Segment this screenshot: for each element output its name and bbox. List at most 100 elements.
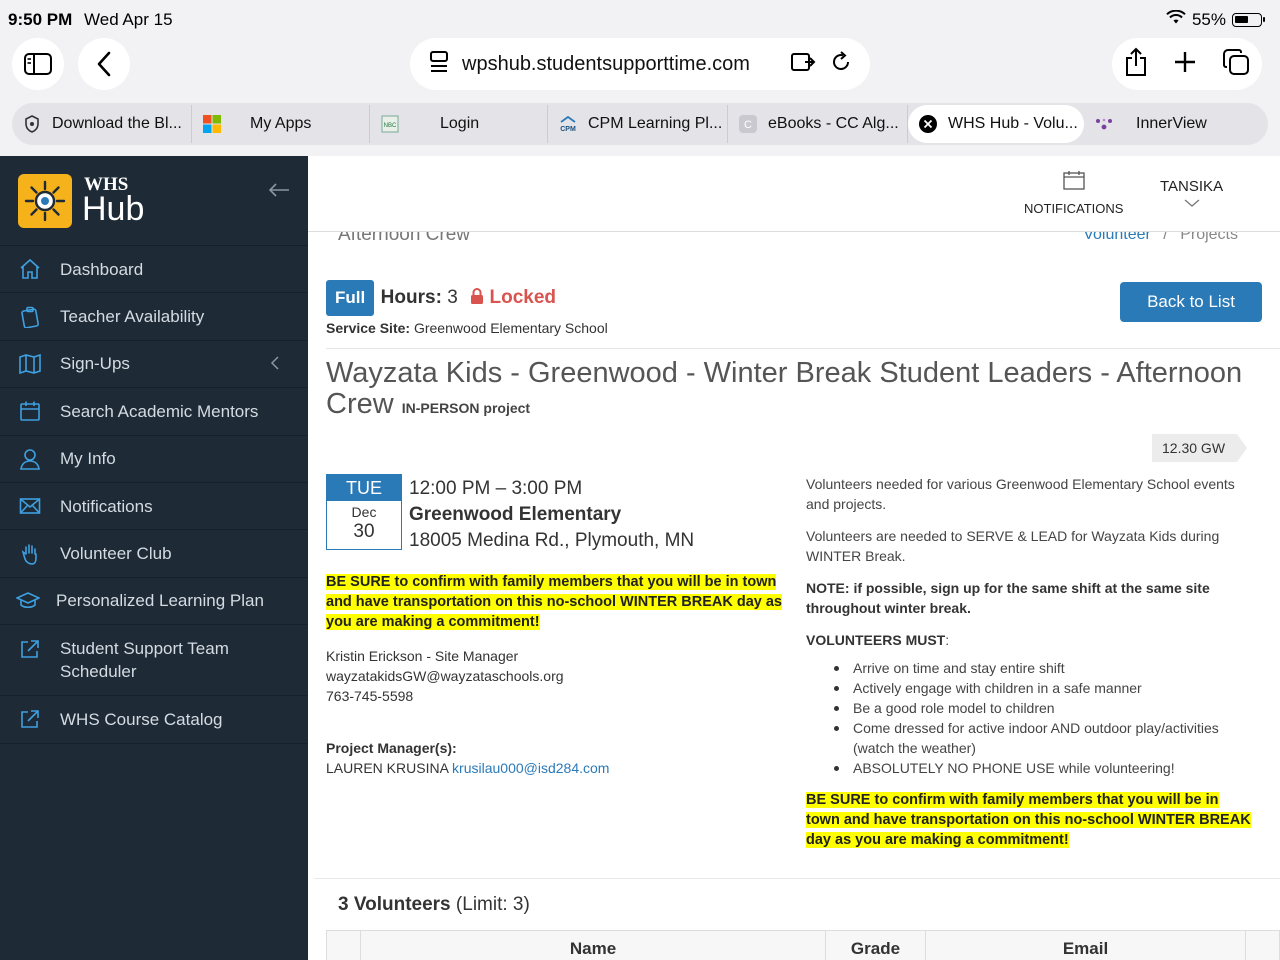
- date-dow: TUE: [327, 475, 401, 501]
- tab-label: eBooks - CC Alg...: [768, 115, 899, 132]
- description-p1: Volunteers needed for various Greenwood …: [806, 476, 1235, 512]
- sidebar-item-label: Notifications: [60, 496, 153, 516]
- pm-email-link[interactable]: krusilau000@isd284.com: [452, 760, 609, 776]
- browser-tab[interactable]: Download the Bl...: [12, 105, 192, 143]
- tab-label: Download the Bl...: [52, 115, 182, 132]
- back-to-list-button[interactable]: Back to List: [1120, 282, 1262, 322]
- address-bar[interactable]: wpshub.studentsupporttime.com: [410, 38, 870, 90]
- notifications-label: NOTIFICATIONS: [1024, 201, 1124, 216]
- svg-text:C: C: [744, 119, 752, 131]
- sidebar-item-sign-ups[interactable]: Sign-Ups: [0, 341, 308, 389]
- sidebar-item-notifications[interactable]: Notifications: [0, 483, 308, 531]
- battery-icon: [1232, 13, 1265, 27]
- project-type: IN-PERSON project: [401, 400, 531, 416]
- tab-label: WHS Hub - Volu...: [948, 115, 1078, 132]
- locked-status: Locked: [470, 287, 556, 309]
- envelope-icon: [0, 497, 60, 515]
- tab-label: Login: [440, 115, 480, 132]
- sun-logo-icon: [18, 174, 72, 228]
- date-day: 30: [353, 521, 375, 542]
- hours-value: 3: [447, 287, 458, 308]
- volunteers-limit: (Limit: 3): [455, 894, 530, 915]
- browser-tab[interactable]: C eBooks - CC Alg...: [728, 105, 908, 143]
- brand: WHS Hub: [0, 156, 308, 246]
- chevron-left-icon: [97, 51, 111, 77]
- toolbar-actions: [1112, 38, 1262, 90]
- site-contact: Kristin Erickson - Site Manager wayzatak…: [326, 646, 564, 706]
- sidebar-item-student-support-team-scheduler[interactable]: Student Support Team Scheduler: [0, 625, 308, 697]
- sidebar-item-whs-course-catalog[interactable]: WHS Course Catalog: [0, 696, 308, 744]
- pm-name: LAUREN KRUSINA: [326, 760, 449, 776]
- table-header-grade[interactable]: Grade: [826, 931, 926, 960]
- sidebar-item-teacher-availability[interactable]: Teacher Availability: [0, 293, 308, 341]
- volunteers-must-label: VOLUNTEERS MUST: [806, 632, 946, 648]
- sidebar-item-volunteer-club[interactable]: Volunteer Club: [0, 530, 308, 578]
- nbc-icon: NBC: [380, 114, 400, 134]
- locked-label: Locked: [489, 287, 557, 308]
- sidebar-item-personalized-learning-plan[interactable]: Personalized Learning Plan: [0, 578, 308, 626]
- shield-icon: [22, 114, 42, 134]
- user-menu[interactable]: TANSIKA: [1160, 178, 1223, 212]
- browser-tab[interactable]: My Apps: [192, 105, 370, 143]
- page-menu-icon[interactable]: [428, 50, 450, 79]
- status-bar: 9:50 PM Wed Apr 15 55%: [0, 0, 1280, 38]
- status-time: 9:50 PM: [8, 10, 73, 29]
- list-item: Be a good role model to children: [834, 698, 1254, 718]
- project-tag: 12.30 GW: [1152, 434, 1248, 462]
- volunteers-must-colon: :: [945, 632, 950, 648]
- description-note: NOTE: if possible, sign up for the same …: [806, 580, 1210, 616]
- project-managers: Project Manager(s): LAUREN KRUSINA krusi…: [326, 738, 609, 778]
- project-description: Volunteers needed for various Greenwood …: [806, 474, 1254, 850]
- contact-email: wayzatakidsGW@wayzataschools.org: [326, 668, 564, 684]
- contact-name: Kristin Erickson - Site Manager: [326, 648, 519, 664]
- reader-icon[interactable]: [790, 51, 816, 78]
- list-item: Actively engage with children in a safe …: [834, 678, 1254, 698]
- new-tab-icon[interactable]: [1173, 50, 1197, 79]
- browser-toolbar: wpshub.studentsupporttime.com: [0, 38, 1280, 100]
- sidebar-item-my-info[interactable]: My Info: [0, 436, 308, 483]
- user-icon: [0, 448, 60, 470]
- back-nav-button[interactable]: [78, 38, 130, 90]
- sidebar-item-label: Dashboard: [60, 259, 144, 279]
- microsoft-icon: [202, 114, 222, 134]
- browser-tab[interactable]: InnerView: [1084, 105, 1242, 143]
- hours-label: Hours:: [380, 287, 442, 308]
- warning-text: BE SURE to confirm with family members t…: [326, 572, 788, 632]
- collapse-sidebar-icon[interactable]: [268, 182, 290, 203]
- svg-text:NBC: NBC: [384, 123, 397, 129]
- table-header-email[interactable]: Email: [926, 931, 1246, 960]
- sidebar-item-label: My Info: [60, 449, 116, 469]
- warning-highlight: BE SURE to confirm with family members t…: [806, 792, 1251, 848]
- volunteers-table-header: Name Grade Email: [326, 930, 1280, 960]
- sidebar-toggle-button[interactable]: [12, 38, 64, 90]
- description-p2: Volunteers are needed to SERVE & LEAD fo…: [806, 528, 1220, 564]
- share-icon[interactable]: [1124, 47, 1148, 82]
- pm-label: Project Manager(s):: [326, 740, 457, 756]
- c-icon: C: [738, 114, 758, 134]
- browser-tab-active[interactable]: WHS Hub - Volu...: [908, 105, 1084, 143]
- svg-text:CPM: CPM: [560, 126, 576, 133]
- browser-tab[interactable]: CPM CPM Learning Pl...: [548, 105, 728, 143]
- sidebar-item-search-academic-mentors[interactable]: Search Academic Mentors: [0, 388, 308, 436]
- browser-tab[interactable]: NBC Login: [370, 105, 548, 143]
- sidebar-item-label: Teacher Availability: [60, 307, 205, 327]
- table-header-name[interactable]: Name: [361, 931, 826, 960]
- battery-percent: 55%: [1191, 10, 1226, 29]
- external-link-icon: [0, 639, 60, 659]
- reload-icon[interactable]: [830, 50, 852, 78]
- close-icon[interactable]: [918, 114, 938, 134]
- graduation-cap-icon: [0, 592, 56, 610]
- date-box: TUE Dec 30: [326, 474, 402, 550]
- warning-text: BE SURE to confirm with family members t…: [806, 790, 1254, 850]
- hours: Hours: 3: [381, 287, 458, 309]
- sidebar-item-label: Search Academic Mentors: [60, 401, 259, 421]
- warning-highlight: BE SURE to confirm with family members t…: [326, 574, 782, 630]
- browser-tab-bar: Download the Bl... My Apps NBC Login CPM…: [0, 100, 1280, 156]
- list-item: ABSOLUTELY NO PHONE USE while volunteeri…: [834, 758, 1254, 778]
- tabs-overview-icon[interactable]: [1222, 48, 1250, 81]
- hand-icon: [0, 543, 60, 565]
- home-icon: [0, 258, 60, 280]
- sidebar-item-dashboard[interactable]: Dashboard: [0, 246, 308, 294]
- date-month: Dec: [351, 504, 377, 520]
- notifications-button[interactable]: NOTIFICATIONS: [1024, 170, 1123, 216]
